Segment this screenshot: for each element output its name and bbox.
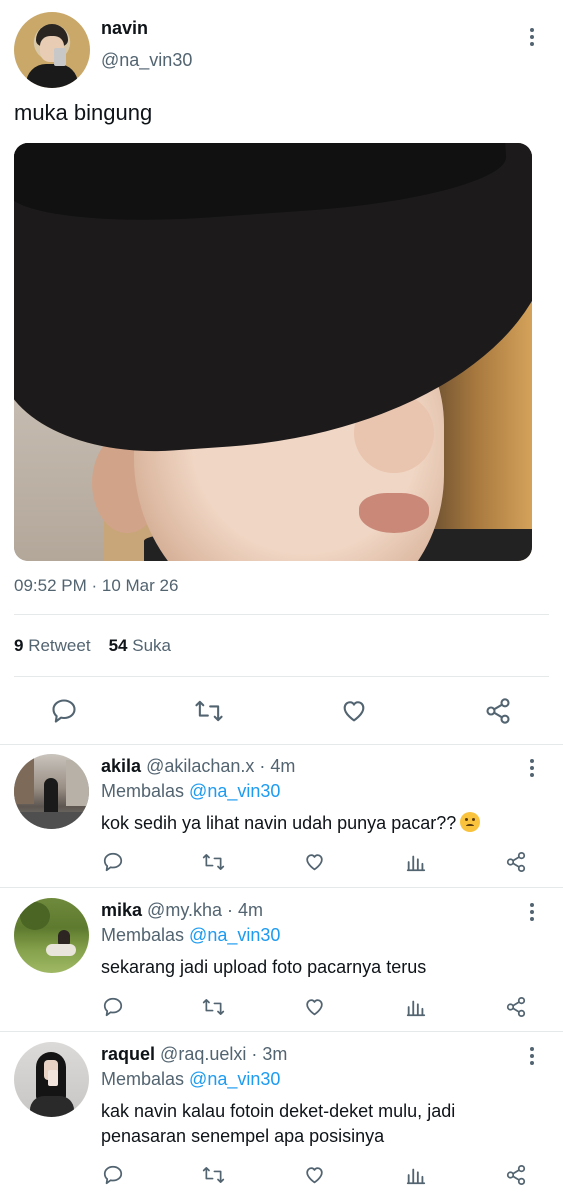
analytics-icon[interactable] — [405, 996, 427, 1018]
reply-time: · 4m — [227, 900, 264, 920]
divider — [14, 676, 549, 677]
reply-icon[interactable] — [102, 1164, 124, 1186]
share-icon[interactable] — [505, 1164, 527, 1186]
divider — [0, 887, 563, 888]
reply-text-content: kok sedih ya lihat navin udah punya paca… — [101, 813, 457, 833]
retweet-label: Retweet — [28, 636, 91, 655]
reply-header: akila @akilachan.x · 4m — [101, 756, 295, 777]
author-avatar[interactable] — [14, 12, 90, 88]
replying-label: Membalas — [101, 1069, 185, 1089]
retweet-icon[interactable] — [201, 996, 226, 1018]
divider — [0, 1031, 563, 1032]
reply-avatar[interactable] — [14, 898, 89, 973]
reply-avatar[interactable] — [14, 754, 89, 829]
reply-author-name[interactable]: mika — [101, 900, 142, 920]
retweet-icon[interactable] — [193, 697, 225, 725]
retweet-icon[interactable] — [201, 1164, 226, 1186]
more-vertical-icon[interactable] — [530, 28, 536, 49]
reply-text: sekarang jadi upload foto pacarnya terus — [101, 957, 427, 977]
reply-time: · 3m — [251, 1044, 288, 1064]
reply-actions — [0, 851, 563, 875]
like-count: 54 — [108, 636, 128, 655]
retweet-icon[interactable] — [201, 851, 226, 873]
more-vertical-icon[interactable] — [530, 903, 536, 924]
replying-to: Membalas @na_vin30 — [101, 1069, 280, 1090]
share-icon[interactable] — [505, 851, 527, 873]
reply-icon[interactable] — [102, 996, 124, 1018]
reply-actions — [0, 996, 563, 1020]
analytics-icon[interactable] — [405, 851, 427, 873]
replying-to: Membalas @na_vin30 — [101, 925, 280, 946]
reply-author-name[interactable]: raquel — [101, 1044, 155, 1064]
frowning-emoji — [460, 812, 481, 832]
mention-link[interactable]: @na_vin30 — [189, 781, 280, 801]
reply-item[interactable]: raquel @raq.uelxi · 3m Membalas @na_vin3… — [0, 1033, 563, 1200]
mention-link[interactable]: @na_vin30 — [189, 1069, 280, 1089]
reply-item[interactable]: akila @akilachan.x · 4m Membalas @na_vin… — [0, 745, 563, 889]
reply-avatar[interactable] — [14, 1042, 89, 1117]
tweet-text: muka bingung — [14, 100, 153, 125]
reply-author-handle[interactable]: @my.kha — [147, 900, 222, 920]
replying-label: Membalas — [101, 925, 185, 945]
tweet-timestamp: 09:52 PM · 10 Mar 26 — [14, 576, 179, 595]
reply-header: raquel @raq.uelxi · 3m — [101, 1044, 287, 1065]
reply-icon[interactable] — [50, 697, 78, 725]
tweet-photo[interactable] — [14, 143, 532, 561]
like-stat[interactable]: 54 Suka — [109, 636, 171, 655]
reply-author-handle[interactable]: @akilachan.x — [146, 756, 254, 776]
more-vertical-icon[interactable] — [530, 1047, 536, 1068]
replying-to: Membalas @na_vin30 — [101, 781, 280, 802]
like-icon[interactable] — [303, 1164, 326, 1186]
share-icon[interactable] — [484, 697, 512, 725]
retweet-count: 9 — [14, 636, 24, 655]
reply-actions — [0, 1164, 563, 1188]
reply-author-handle[interactable]: @raq.uelxi — [160, 1044, 246, 1064]
reply-icon[interactable] — [102, 851, 124, 873]
reply-author-name[interactable]: akila — [101, 756, 141, 776]
more-vertical-icon[interactable] — [530, 759, 536, 780]
tweet-actions — [0, 695, 563, 727]
author-name[interactable]: navin — [101, 18, 148, 39]
like-icon[interactable] — [303, 851, 326, 873]
reply-time: · 4m — [259, 756, 296, 776]
tweet-stats: 9 Retweet 54 Suka — [14, 636, 171, 656]
analytics-icon[interactable] — [405, 1164, 427, 1186]
retweet-stat[interactable]: 9 Retweet — [14, 636, 91, 655]
reply-text: kok sedih ya lihat navin udah punya paca… — [101, 811, 521, 836]
like-icon[interactable] — [339, 697, 369, 725]
mention-link[interactable]: @na_vin30 — [189, 925, 280, 945]
reply-item[interactable]: mika @my.kha · 4m Membalas @na_vin30 sek… — [0, 889, 563, 1033]
divider — [14, 614, 549, 615]
reply-header: mika @my.kha · 4m — [101, 900, 263, 921]
like-label: Suka — [132, 636, 171, 655]
like-icon[interactable] — [303, 996, 326, 1018]
reply-text: kak navin kalau fotoin deket-deket mulu,… — [101, 1101, 456, 1146]
author-handle[interactable]: @na_vin30 — [101, 50, 192, 71]
replying-label: Membalas — [101, 781, 185, 801]
share-icon[interactable] — [505, 996, 527, 1018]
